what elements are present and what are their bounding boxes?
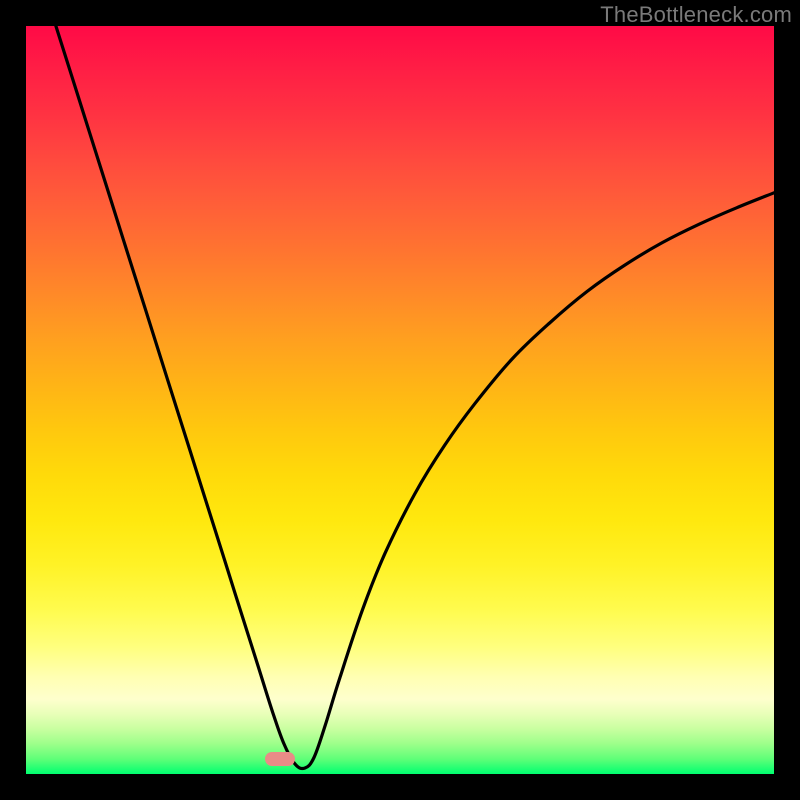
- curve-svg: [26, 26, 774, 774]
- bottleneck-curve-path: [56, 26, 774, 769]
- chart-frame: TheBottleneck.com: [0, 0, 800, 800]
- optimal-marker: [265, 752, 295, 766]
- watermark-text: TheBottleneck.com: [600, 2, 792, 28]
- plot-area: [26, 26, 774, 774]
